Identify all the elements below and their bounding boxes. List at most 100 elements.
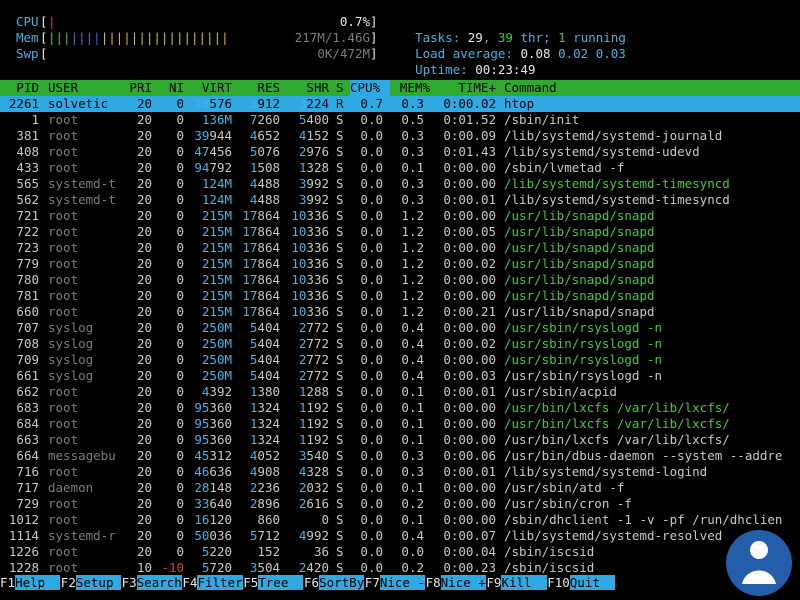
process-row[interactable]: 707 syslog 20 0 250M 5404 2772 S 0.0 0.4 0:00.00/u… [0,320,800,336]
process-row[interactable]: 709 syslog 20 0 250M 5404 2772 S 0.0 0.4 0:00.00/u… [0,352,800,368]
process-row[interactable]: 1012 root 20 0 16120 860 0 S 0.0 0.1 0:00.00/sbin/… [0,512,800,528]
process-row[interactable]: 684 root 20 0 95360 1324 1192 S 0.0 0.1 0:00.00/us… [0,416,800,432]
col-header-pid[interactable]: PID [0,80,39,96]
process-row[interactable]: 663 root 20 0 95360 1324 1192 S 0.0 0.1 0:00.00/us… [0,432,800,448]
uptime: Uptime: 00:23:49 [400,46,800,77]
process-time: 0:00.05 [443,224,496,239]
process-res: 5076 [249,144,280,159]
process-row[interactable]: 660 root 20 0 215M 17864 10336 S 0.0 1.2 0:00.21/u… [0,304,800,320]
fkey-label: Quit [569,575,615,590]
process-row[interactable]: 683 root 20 0 95360 1324 1192 S 0.0 0.1 0:00.00/us… [0,400,800,416]
process-priority: 20 [136,352,152,367]
fkey-f9[interactable]: F9Kill [486,575,547,591]
col-header-ni[interactable]: NI [160,80,184,96]
process-row[interactable]: 1114 systemd-r 20 0 50036 5712 4992 S 0.0 0.4 0:00… [0,528,800,544]
process-row[interactable]: 716 root 20 0 46636 4908 4328 S 0.0 0.3 0:00.01/li… [0,464,800,480]
process-shr: 1288 [298,384,329,399]
process-row[interactable]: 433 root 20 0 94792 1508 1328 S 0.0 0.1 0:00.00/sb… [0,160,800,176]
fkey-f1[interactable]: F1Help [0,575,61,591]
fkey-f7[interactable]: F7Nice - [364,575,426,591]
swap-meter-value: 0K/472M [317,46,370,61]
fkey-f6[interactable]: F6SortBy [304,575,365,591]
process-row[interactable]: 565 systemd-t 20 0 124M 4488 3992 S 0.0 0.3 0:00.0… [0,176,800,192]
fkey-label: Setup [75,575,122,590]
process-row[interactable]: 729 root 20 0 33640 2896 2616 S 0.0 0.2 0:00.00/us… [0,496,800,512]
process-command: /sbin/init [504,112,580,127]
process-time: 0:00.00 [443,496,496,511]
process-cpu: 0.0 [360,160,383,175]
fkey-label: Filter [197,575,243,590]
col-header-time[interactable]: TIME+ [432,80,496,96]
col-header-user[interactable]: USER [48,80,78,96]
process-shr: 2772 [298,368,329,383]
fkey-f8[interactable]: F8Nice + [425,575,486,591]
process-nice: 0 [176,320,184,335]
process-row[interactable]: 723 root 20 0 215M 17864 10336 S 0.0 1.2 0:00.00/u… [0,240,800,256]
process-priority: 20 [136,144,152,159]
process-pid: 716 [16,464,39,479]
process-row[interactable]: 708 syslog 20 0 250M 5404 2772 S 0.0 0.4 0:00.02/u… [0,336,800,352]
process-row[interactable]: 381 root 20 0 39944 4652 4152 S 0.0 0.3 0:00.09/li… [0,128,800,144]
process-res: 1324 [249,432,280,447]
fkey-f2[interactable]: F2Setup [60,575,122,591]
process-row[interactable]: 781 root 20 0 215M 17864 10336 S 0.0 1.2 0:00.00/u… [0,288,800,304]
fkey-f5[interactable]: F5Tree [243,575,304,591]
col-header-pri[interactable]: PRI [120,80,152,96]
process-row[interactable]: 664 messagebu 20 0 45312 4052 3540 S 0.0 0.3 0:00.… [0,448,800,464]
col-header-virt[interactable]: VIRT [186,80,232,96]
process-row[interactable]: 717 daemon 20 0 28148 2236 2032 S 0.0 0.1 0:00.00 /… [0,480,800,496]
process-state: S [336,256,344,271]
process-shr: 3992 [298,176,329,191]
process-row[interactable]: 780 root 20 0 215M 17864 10336 S 0.0 1.2 0:00.00/u… [0,272,800,288]
process-res: 4652 [249,128,280,143]
process-row[interactable]: 662 root 20 0 4392 1380 1288 S 0.0 0.1 0:00.01/usr… [0,384,800,400]
fkey-f3[interactable]: F3Search [121,575,182,591]
fkey-number: F3 [121,575,137,590]
mem-meter-bar: |||||||||||||||||||||||| [48,30,229,45]
col-header-shr[interactable]: SHR [282,80,329,96]
process-time: 0:00.02 [443,336,496,351]
process-row[interactable]: 1 root 20 0 136M 7260 5400 S 0.0 0.5 0:01.52/sbin/… [0,112,800,128]
process-cpu: 0.0 [360,112,383,127]
process-priority: 20 [136,240,152,255]
col-header-mem[interactable]: MEM% [392,80,430,96]
process-row[interactable]: 661 syslog 20 0 250M 5404 2772 S 0.0 0.4 0:00.03/u… [0,368,800,384]
process-user: syslog [48,368,94,383]
process-time: 0:00.00 [443,208,496,223]
process-shr: 10336 [291,272,329,287]
process-row[interactable]: 408 root 20 0 47456 5076 2976 S 0.0 0.3 0:01.43/li… [0,144,800,160]
process-command: /lib/systemd/systemd-timesyncd [504,176,730,191]
col-header-state[interactable]: S [336,80,344,96]
process-pid: 717 [16,480,39,495]
process-mem: 0.3 [401,192,424,207]
process-row[interactable]: 779 root 20 0 215M 17864 10336 S 0.0 1.2 0:00.02/u… [0,256,800,272]
fkey-f4[interactable]: F4Filter [182,575,243,591]
process-virt: 124M [201,192,232,207]
process-nice: 0 [176,192,184,207]
process-cpu: 0.7 [360,96,383,111]
process-user: messagebu [48,448,116,463]
col-header-res[interactable]: RES [234,80,280,96]
process-pid: 683 [16,400,39,415]
process-row[interactable]: 722 root 20 0 215M 17864 10336 S 0.0 1.2 0:00.05/u… [0,224,800,240]
process-virt: 250M [201,336,232,351]
process-shr: 3992 [298,192,329,207]
process-time: 0:00.01 [443,384,496,399]
fkey-f10[interactable]: F10Quit [547,575,615,591]
process-row[interactable]: 1226 root 20 0 5220 152 36 S 0.0 0.0 0:00.04/sbin/… [0,544,800,560]
process-user: root [48,384,79,399]
process-command: /usr/bin/lxcfs /var/lib/lxcfs/ [504,416,730,431]
process-row[interactable]: 562 systemd-t 20 0 124M 4488 3992 S 0.0 0.3 0:00.0… [0,192,800,208]
process-cpu: 0.0 [360,256,383,271]
process-row[interactable]: 1228 root 10 -10 5720 3504 2420 S 0.0 0.2 0:00.23/… [0,560,800,576]
process-res: 1324 [249,416,280,431]
process-time: 0:00.21 [443,304,496,319]
process-state: S [336,528,344,543]
col-header-command[interactable]: Command [504,80,557,96]
process-shr: 5400 [298,112,329,127]
process-row[interactable]: 2261 solvetic 20 0 28576 3912 3224 R 0.7 0.3 0:00.… [0,96,800,112]
process-row[interactable]: 721 root 20 0 215M 17864 10336 S 0.0 1.2 0:00.00/u… [0,208,800,224]
process-user: root [48,560,79,575]
col-header-cpu[interactable]: CPU% [350,80,390,96]
swap-meter-label: Swp [16,46,39,61]
